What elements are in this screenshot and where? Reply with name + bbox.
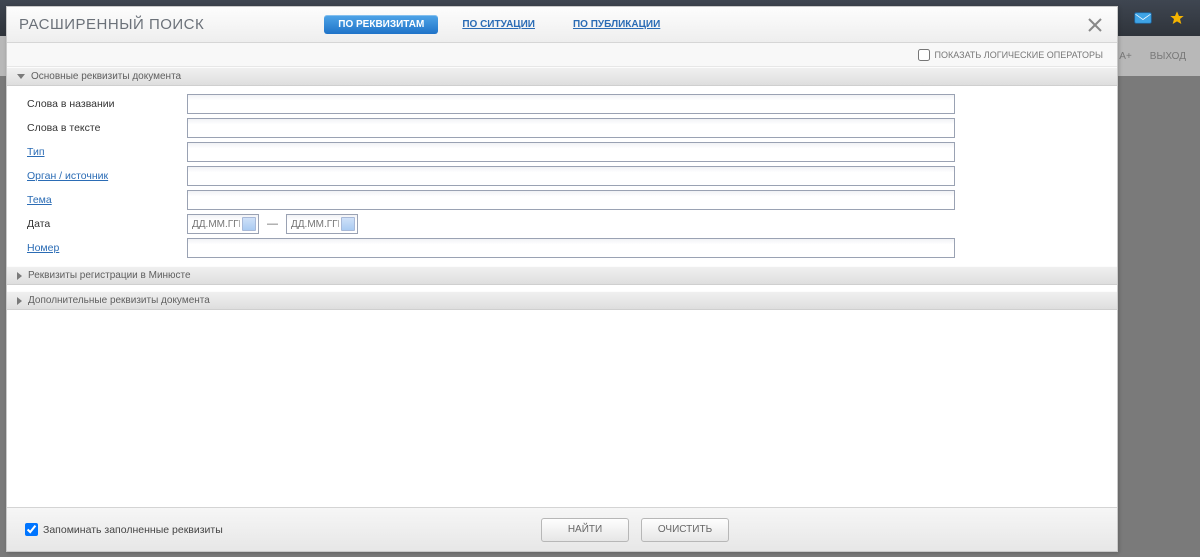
clear-button[interactable]: ОЧИСТИТЬ xyxy=(641,518,729,542)
input-words-title[interactable] xyxy=(187,94,955,114)
calendar-icon[interactable] xyxy=(341,217,355,231)
modal-title: РАСШИРЕННЫЙ ПОИСК xyxy=(19,16,204,33)
row-type: Тип xyxy=(7,140,1117,164)
tab-requisites[interactable]: ПО РЕКВИЗИТАМ xyxy=(324,15,438,34)
date-from-wrap xyxy=(187,214,259,234)
label-words-title: Слова в названии xyxy=(7,98,187,110)
show-logical-ops-label: ПОКАЗАТЬ ЛОГИЧЕСКИЕ ОПЕРАТОРЫ xyxy=(935,50,1103,60)
section-main-label: Основные реквизиты документа xyxy=(31,71,181,82)
row-number: Номер xyxy=(7,236,1117,260)
section-main-requisites[interactable]: Основные реквизиты документа xyxy=(7,67,1117,86)
label-organ[interactable]: Орган / источник xyxy=(7,170,187,182)
row-words-text: Слова в тексте xyxy=(7,116,1117,140)
date-from-input[interactable] xyxy=(188,219,240,230)
date-separator: — xyxy=(267,218,278,230)
label-type[interactable]: Тип xyxy=(7,146,187,158)
input-type[interactable] xyxy=(187,142,955,162)
section-additional-requisites[interactable]: Дополнительные реквизиты документа xyxy=(7,291,1117,310)
modal-header: РАСШИРЕННЫЙ ПОИСК ПО РЕКВИЗИТАМ ПО СИТУА… xyxy=(7,7,1117,43)
label-topic[interactable]: Тема xyxy=(7,194,187,206)
remember-filled-wrap[interactable]: Запоминать заполненные реквизиты xyxy=(25,523,223,536)
input-words-text[interactable] xyxy=(187,118,955,138)
close-icon xyxy=(1087,17,1103,33)
label-date: Дата xyxy=(7,218,187,230)
star-icon[interactable] xyxy=(1168,9,1186,27)
input-organ[interactable] xyxy=(187,166,955,186)
date-to-wrap xyxy=(286,214,358,234)
operators-toggle-row: ПОКАЗАТЬ ЛОГИЧЕСКИЕ ОПЕРАТОРЫ xyxy=(7,43,1117,67)
label-number[interactable]: Номер xyxy=(7,242,187,254)
row-words-title: Слова в названии xyxy=(7,92,1117,116)
row-organ: Орган / источник xyxy=(7,164,1117,188)
footer-buttons: НАЙТИ ОЧИСТИТЬ xyxy=(541,518,729,542)
modal-footer: Запоминать заполненные реквизиты НАЙТИ О… xyxy=(7,507,1117,551)
section-justice-label: Реквизиты регистрации в Минюсте xyxy=(28,270,191,281)
label-words-text: Слова в тексте xyxy=(7,122,187,134)
chevron-right-icon xyxy=(17,297,22,305)
input-number[interactable] xyxy=(187,238,955,258)
remember-filled-checkbox[interactable] xyxy=(25,523,38,536)
tab-situation[interactable]: ПО СИТУАЦИИ xyxy=(448,15,549,34)
chevron-down-icon xyxy=(17,74,25,79)
search-mode-tabs: ПО РЕКВИЗИТАМ ПО СИТУАЦИИ ПО ПУБЛИКАЦИИ xyxy=(324,15,674,34)
tab-publication[interactable]: ПО ПУБЛИКАЦИИ xyxy=(559,15,674,34)
chevron-right-icon xyxy=(17,272,22,280)
remember-filled-label: Запоминать заполненные реквизиты xyxy=(43,524,223,536)
date-to-input[interactable] xyxy=(287,219,339,230)
section-justice-registration[interactable]: Реквизиты регистрации в Минюсте xyxy=(7,266,1117,285)
mail-icon[interactable] xyxy=(1134,9,1152,27)
date-range: — xyxy=(187,214,358,234)
font-increase-button[interactable]: A+ xyxy=(1119,51,1132,62)
input-topic[interactable] xyxy=(187,190,955,210)
row-topic: Тема xyxy=(7,188,1117,212)
close-button[interactable] xyxy=(1085,15,1105,35)
find-button[interactable]: НАЙТИ xyxy=(541,518,629,542)
main-form-area: Слова в названии Слова в тексте Тип Орга… xyxy=(7,86,1117,266)
advanced-search-modal: РАСШИРЕННЫЙ ПОИСК ПО РЕКВИЗИТАМ ПО СИТУА… xyxy=(6,6,1118,552)
logout-link[interactable]: ВЫХОД xyxy=(1150,51,1186,62)
calendar-icon[interactable] xyxy=(242,217,256,231)
show-logical-ops-checkbox[interactable] xyxy=(918,49,930,61)
row-date: Дата — xyxy=(7,212,1117,236)
section-extra-label: Дополнительные реквизиты документа xyxy=(28,295,210,306)
